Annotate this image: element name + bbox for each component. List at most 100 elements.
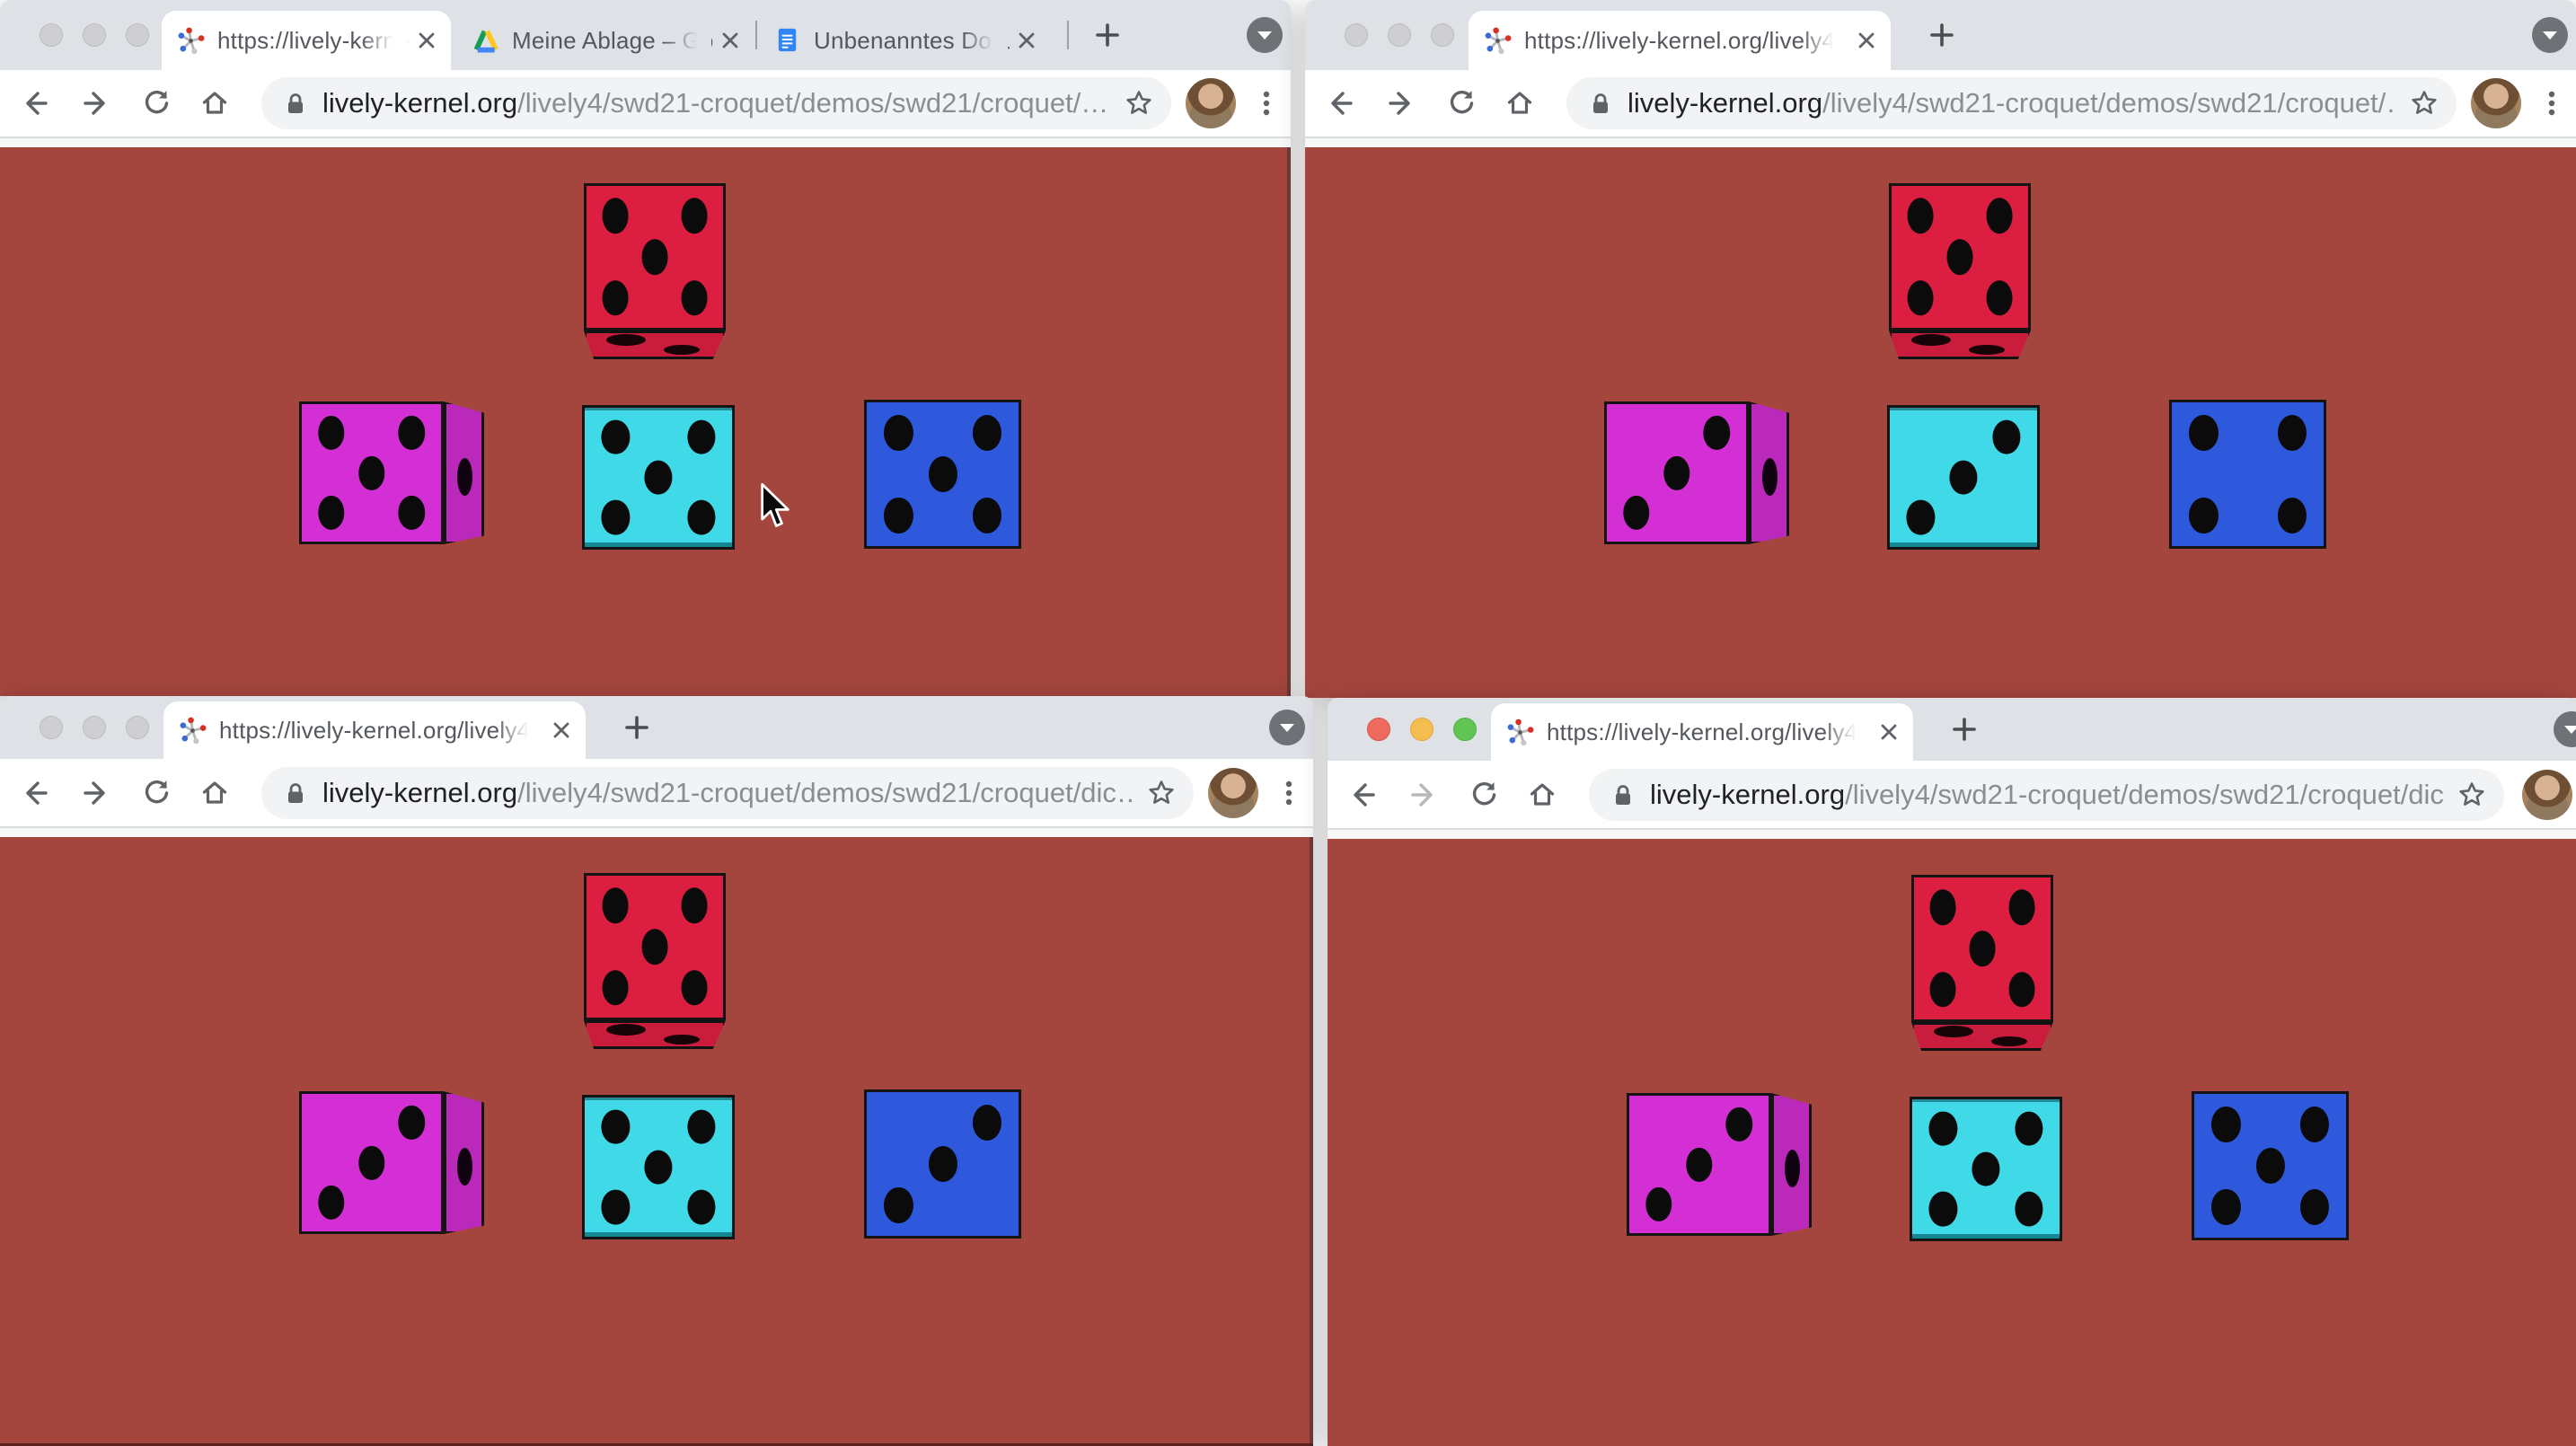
tab-search-button[interactable] xyxy=(1268,709,1306,746)
die-magenta[interactable] xyxy=(299,401,484,544)
profile-avatar[interactable] xyxy=(2522,770,2572,820)
profile-avatar[interactable] xyxy=(1186,78,1236,128)
die-pip xyxy=(602,1190,630,1225)
address-bar[interactable]: lively-kernel.org/lively4/swd21-croquet/… xyxy=(261,77,1171,129)
address-bar[interactable]: lively-kernel.org/lively4/swd21-croquet/… xyxy=(261,767,1194,819)
address-bar[interactable]: lively-kernel.org/lively4/swd21-croquet/… xyxy=(1589,769,2504,821)
home-button[interactable] xyxy=(198,777,231,809)
die-cyan[interactable] xyxy=(582,1095,735,1239)
tab-lively-kernel[interactable]: https://lively-kernel.org/lively4/ xyxy=(163,701,586,759)
forward-button[interactable] xyxy=(1385,87,1417,119)
lock-icon[interactable] xyxy=(1610,781,1636,808)
home-button[interactable] xyxy=(198,87,231,119)
forward-button[interactable] xyxy=(80,87,112,119)
bookmark-star-icon[interactable] xyxy=(1145,777,1178,809)
lock-icon[interactable] xyxy=(283,780,308,807)
new-tab-button[interactable] xyxy=(1082,10,1133,60)
forward-button[interactable] xyxy=(80,777,112,809)
back-button[interactable] xyxy=(19,87,51,119)
die-blue[interactable] xyxy=(834,1089,1021,1239)
home-button[interactable] xyxy=(1504,87,1536,119)
window-zoom-button[interactable] xyxy=(1453,718,1477,741)
new-tab-button[interactable] xyxy=(1939,704,1989,754)
tab-google-docs[interactable]: Unbenanntes Doku xyxy=(758,11,1051,70)
lock-icon[interactable] xyxy=(1588,90,1613,117)
tab-lively-kernel[interactable]: https://lively-kernel.org/lively4/ xyxy=(1469,11,1891,70)
window-close-button[interactable] xyxy=(1367,718,1390,741)
die-red[interactable] xyxy=(584,873,726,1049)
die-pip xyxy=(687,500,715,535)
window-close-button[interactable] xyxy=(40,716,63,739)
reload-button[interactable] xyxy=(140,777,172,809)
window-zoom-button[interactable] xyxy=(126,23,149,47)
tab-search-button[interactable] xyxy=(2553,710,2576,748)
die-magenta[interactable] xyxy=(1627,1093,1812,1236)
address-bar[interactable]: lively-kernel.org/lively4/swd21-croquet/… xyxy=(1566,77,2457,129)
browser-menu-icon[interactable] xyxy=(2536,87,2567,119)
browser-menu-icon[interactable] xyxy=(1251,87,1282,119)
back-button[interactable] xyxy=(1346,779,1379,811)
die-cyan[interactable] xyxy=(582,405,735,550)
die-cyan[interactable] xyxy=(1887,405,2040,550)
die-pip xyxy=(1907,198,1933,234)
lock-icon[interactable] xyxy=(283,90,308,117)
tab-lively-kernel[interactable]: https://lively-kernel.org/lively4/ xyxy=(1491,703,1913,761)
tab-google-drive[interactable]: Meine Ablage – Go xyxy=(456,11,754,70)
window-close-button[interactable] xyxy=(1345,23,1368,47)
die-blue[interactable] xyxy=(2162,1091,2349,1240)
url-text: lively-kernel.org/lively4/swd21-croquet/… xyxy=(322,777,1134,809)
home-button[interactable] xyxy=(1526,779,1558,811)
tab-lively-kernel[interactable]: https://lively-kerne xyxy=(162,11,451,70)
window-zoom-button[interactable] xyxy=(126,716,149,739)
back-button[interactable] xyxy=(19,777,51,809)
die-magenta[interactable] xyxy=(299,1091,484,1234)
reload-button[interactable] xyxy=(1445,87,1478,119)
url-text: lively-kernel.org/lively4/swd21-croquet/… xyxy=(322,87,1112,119)
new-tab-button[interactable] xyxy=(1917,10,1967,60)
croquet-dice-page xyxy=(0,837,1313,1446)
die-cyan[interactable] xyxy=(1910,1097,2062,1241)
profile-avatar[interactable] xyxy=(1208,768,1258,818)
window-minimize-button[interactable] xyxy=(1410,718,1434,741)
die-red[interactable] xyxy=(584,183,726,359)
window-minimize-button[interactable] xyxy=(1388,23,1411,47)
bookmark-star-icon[interactable] xyxy=(2456,779,2488,811)
die-pip xyxy=(1929,1192,1957,1227)
die-pip xyxy=(1645,1187,1672,1221)
tab-close-icon[interactable] xyxy=(550,719,573,742)
new-tab-button[interactable] xyxy=(612,702,662,753)
reload-button[interactable] xyxy=(1468,779,1500,811)
forward-button[interactable] xyxy=(1407,779,1440,811)
tab-close-icon[interactable] xyxy=(1877,720,1901,744)
die-blue[interactable] xyxy=(2139,400,2326,549)
die-pip xyxy=(2009,972,2035,1008)
window-controls xyxy=(1367,718,1477,741)
scrollbar[interactable] xyxy=(1287,147,1291,696)
tab-close-icon[interactable] xyxy=(415,29,438,52)
window-minimize-button[interactable] xyxy=(83,716,106,739)
tab-strip: https://lively-kernel.org/lively4/ xyxy=(1305,0,2576,70)
tab-search-button[interactable] xyxy=(1246,16,1284,54)
die-pip xyxy=(602,500,630,535)
die-pip xyxy=(2015,1111,2042,1146)
die-pip xyxy=(1726,1107,1752,1142)
google-docs-favicon xyxy=(774,27,801,54)
tab-close-icon[interactable] xyxy=(1015,29,1038,52)
profile-avatar[interactable] xyxy=(2471,78,2521,128)
reload-button[interactable] xyxy=(140,87,172,119)
tab-search-button[interactable] xyxy=(2531,16,2569,54)
bookmark-star-icon[interactable] xyxy=(2408,87,2440,119)
die-red[interactable] xyxy=(1911,875,2053,1051)
window-zoom-button[interactable] xyxy=(1431,23,1454,47)
browser-menu-icon[interactable] xyxy=(1274,777,1304,809)
window-minimize-button[interactable] xyxy=(83,23,106,47)
window-close-button[interactable] xyxy=(40,23,63,47)
tab-close-icon[interactable] xyxy=(1855,29,1878,52)
scrollbar[interactable] xyxy=(1310,837,1313,1446)
bookmark-star-icon[interactable] xyxy=(1123,87,1155,119)
die-blue[interactable] xyxy=(834,400,1021,549)
back-button[interactable] xyxy=(1324,87,1356,119)
die-red[interactable] xyxy=(1889,183,2031,359)
tab-close-icon[interactable] xyxy=(719,29,742,52)
die-magenta[interactable] xyxy=(1604,401,1789,544)
